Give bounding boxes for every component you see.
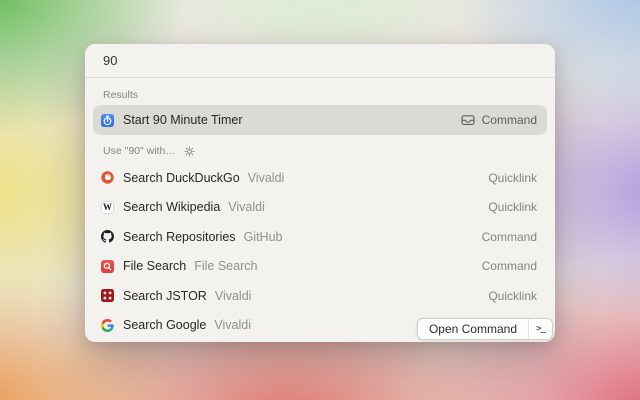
open-command-button[interactable]: Open Command >_ <box>417 318 553 340</box>
row-title: Search Repositories <box>123 230 236 244</box>
row-search-jstor[interactable]: Search JSTOR Vivaldi Quicklink <box>93 281 547 311</box>
row-subtitle: Vivaldi <box>228 200 265 214</box>
row-type-label: Quicklink <box>488 200 537 214</box>
row-subtitle: GitHub <box>244 230 283 244</box>
result-title: Start 90 Minute Timer <box>123 113 243 127</box>
launcher-window: 90 Results Start 90 Minute Timer <box>85 44 555 342</box>
suggestion-list: Search DuckDuckGo Vivaldi Quicklink W Se… <box>85 163 555 340</box>
row-title: Search JSTOR <box>123 289 207 303</box>
result-type-label: Command <box>482 113 537 127</box>
google-icon <box>101 319 114 332</box>
tray-icon <box>461 114 475 126</box>
row-type-label: Quicklink <box>488 171 537 185</box>
desktop-background: 90 Results Start 90 Minute Timer <box>0 0 640 400</box>
row-title: File Search <box>123 259 186 273</box>
wikipedia-icon: W <box>101 201 114 214</box>
row-subtitle: Vivaldi <box>215 289 252 303</box>
row-subtitle: Vivaldi <box>214 318 251 332</box>
row-search-duckduckgo[interactable]: Search DuckDuckGo Vivaldi Quicklink <box>93 163 547 193</box>
row-file-search[interactable]: File Search File Search Command <box>93 252 547 282</box>
row-title: Search Wikipedia <box>123 200 220 214</box>
row-type-label: Command <box>482 230 537 244</box>
enter-key-icon: >_ <box>528 319 552 339</box>
use-with-section-label: Use "90" with… <box>85 145 555 158</box>
duckduckgo-icon <box>101 171 114 184</box>
row-title: Search DuckDuckGo <box>123 171 240 185</box>
row-search-wikipedia[interactable]: W Search Wikipedia Vivaldi Quicklink <box>93 193 547 223</box>
row-type-label: Command <box>482 259 537 273</box>
row-search-repositories[interactable]: Search Repositories GitHub Command <box>93 222 547 252</box>
row-subtitle: File Search <box>194 259 257 273</box>
gear-icon[interactable] <box>184 146 195 157</box>
search-input[interactable]: 90 <box>103 53 117 68</box>
row-type-label: Quicklink <box>488 289 537 303</box>
search-bar: 90 <box>85 44 555 78</box>
github-icon <box>101 230 114 243</box>
results-section-label: Results <box>85 89 555 102</box>
row-title: Search Google <box>123 318 206 332</box>
use-with-label: Use "90" with… <box>103 145 176 158</box>
jstor-icon <box>101 289 114 302</box>
result-row-start-timer[interactable]: Start 90 Minute Timer Command <box>93 105 547 135</box>
timer-icon <box>101 114 114 127</box>
file-search-icon <box>101 260 114 273</box>
row-subtitle: Vivaldi <box>248 171 285 185</box>
open-command-label: Open Command <box>418 322 528 336</box>
